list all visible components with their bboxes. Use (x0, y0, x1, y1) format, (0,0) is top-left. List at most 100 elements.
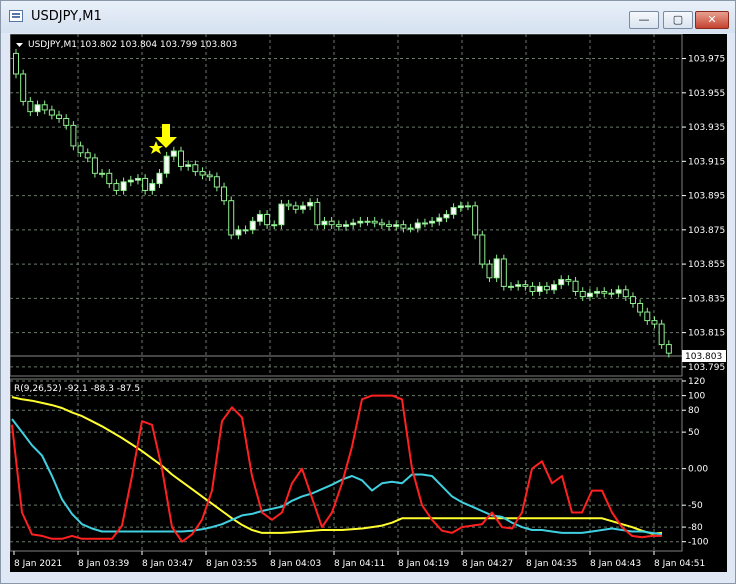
maximize-button[interactable]: ▢ (663, 11, 693, 29)
candle (292, 201, 299, 214)
indicator-panel-header: R(9,26,52) -92.1 -88.3 -87.5 (14, 384, 140, 394)
candle (41, 100, 48, 115)
indicator-tick-label: -80 (688, 523, 703, 533)
time-tick-label: 8 Jan 04:27 (462, 559, 513, 569)
candle (378, 218, 385, 229)
time-tick-label: 8 Jan 04:19 (398, 559, 450, 569)
title-bar[interactable]: USDJPY,M1 — ▢ ✕ (1, 1, 735, 33)
minimize-button[interactable]: — (629, 11, 659, 29)
candle (601, 287, 608, 298)
candle (70, 121, 77, 151)
symbol-dropdown-icon[interactable] (16, 43, 23, 47)
indicator-tick-label: 120 (688, 377, 705, 387)
candle (436, 213, 443, 226)
candle (99, 169, 106, 178)
candle (371, 216, 378, 228)
candle (644, 307, 651, 325)
indicator-tick-label: 50 (688, 428, 700, 438)
indicator-tick-label: 80 (688, 406, 700, 416)
candle (629, 292, 636, 308)
indicator-tick-label: -100 (688, 538, 709, 548)
candle (192, 160, 199, 176)
time-tick-label: 8 Jan 03:39 (78, 559, 130, 569)
candle (56, 110, 63, 123)
price-tick-label: 103.795 (688, 363, 725, 373)
chart-area[interactable]: 103.975 103.955 103.935 103.915 103.895 103.8… (9, 33, 727, 572)
time-tick-label: 8 Jan 04:11 (334, 559, 385, 569)
candle (508, 282, 514, 291)
candle (142, 174, 149, 195)
candle (608, 288, 615, 298)
candle (357, 216, 364, 228)
time-tick-label: 8 Jan 04:43 (590, 559, 641, 569)
candle (493, 254, 500, 283)
time-tick-label: 8 Jan 03:55 (206, 559, 257, 569)
price-tick-label: 103.815 (688, 329, 725, 339)
indicator-tick-label: 0.00 (688, 465, 708, 475)
candle (264, 210, 271, 229)
candle (48, 105, 55, 120)
candle (472, 201, 479, 240)
star-icon (149, 141, 163, 154)
candle (185, 160, 192, 171)
candle (443, 210, 450, 223)
candle (149, 179, 156, 195)
candle (364, 216, 371, 226)
time-axis: 8 Jan 2021 8 Jan 03:39 8 Jan 03:47 8 Jan 03… (13, 551, 705, 569)
time-tick-label: 8 Jan 04:51 (654, 559, 705, 569)
candlestick-series (13, 49, 672, 358)
candle (464, 201, 471, 211)
candle (529, 282, 536, 296)
candle (565, 275, 572, 286)
price-tick-label: 103.915 (688, 157, 725, 167)
candle (299, 201, 306, 214)
candle (34, 100, 41, 116)
candle (235, 225, 242, 240)
candle (479, 230, 486, 269)
candle (586, 288, 593, 301)
price-tick-label: 103.835 (688, 294, 725, 304)
candle (429, 216, 436, 228)
indicator-tick-label: -50 (688, 501, 703, 511)
candle (543, 282, 550, 295)
candle (178, 146, 184, 171)
candle (421, 218, 428, 228)
candle (414, 218, 421, 233)
price-axis: 103.975 103.955 103.935 103.915 103.895 103.8… (682, 55, 725, 373)
candle (500, 254, 507, 291)
chart-window: USDJPY,M1 — ▢ ✕ 103.975 103.955 103.935 103… (0, 0, 736, 584)
price-tick-label: 103.975 (688, 55, 725, 65)
candle (84, 148, 91, 163)
candle (457, 201, 464, 212)
price-panel-header: USDJPY,M1 103.802 103.804 103.799 103.80… (28, 40, 237, 50)
time-tick-label: 8 Jan 03:47 (142, 559, 193, 569)
candle (558, 275, 565, 289)
candle (328, 216, 335, 229)
candle (515, 280, 522, 291)
price-tick-label: 103.895 (688, 192, 725, 202)
window-title: USDJPY,M1 (31, 9, 102, 24)
candle (551, 280, 558, 295)
time-tick-label: 8 Jan 04:35 (526, 559, 577, 569)
candle (13, 49, 19, 79)
candle (307, 198, 314, 211)
candle (113, 179, 120, 195)
candle (407, 223, 414, 233)
current-price-label: 103.803 (685, 352, 722, 362)
candle (134, 174, 141, 185)
candle (27, 97, 34, 116)
candle (163, 151, 170, 178)
candle (170, 146, 177, 161)
candle (256, 210, 263, 226)
candle (285, 199, 292, 211)
candle (314, 198, 321, 229)
candle (343, 220, 349, 231)
candle (335, 220, 342, 231)
indicator-tick-label: 100 (688, 392, 705, 402)
candle (450, 203, 457, 219)
price-grid (10, 34, 682, 376)
candle (213, 172, 220, 192)
candle (127, 175, 134, 187)
close-button[interactable]: ✕ (695, 11, 729, 29)
candle (665, 340, 672, 358)
